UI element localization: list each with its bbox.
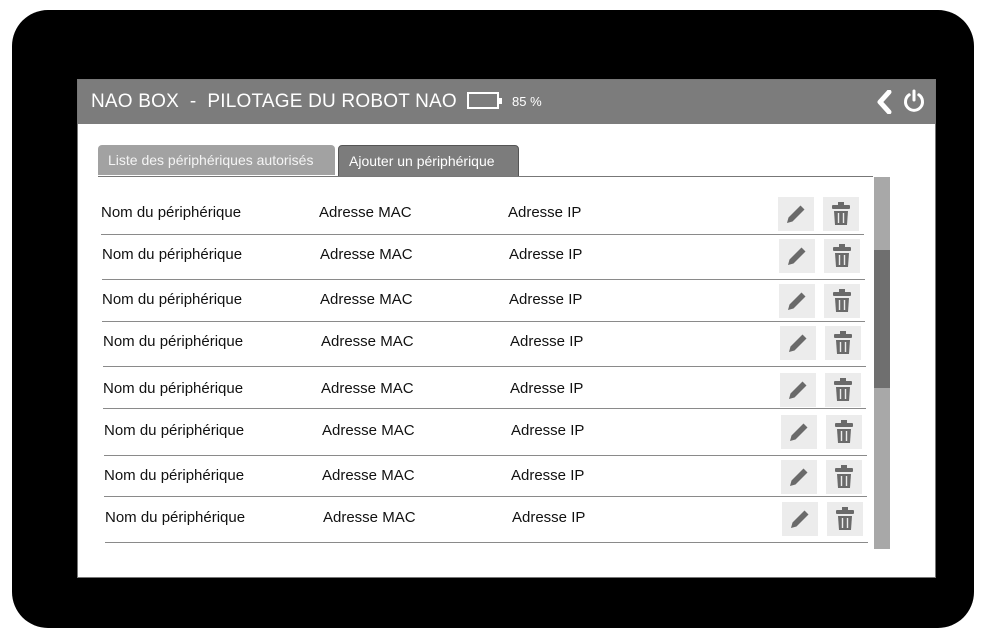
delete-button[interactable] <box>825 373 861 407</box>
delete-button[interactable] <box>823 197 859 231</box>
pencil-icon <box>791 510 809 528</box>
pencil-icon <box>790 468 808 486</box>
device-mac: Adresse MAC <box>322 422 415 439</box>
device-name: Nom du périphérique <box>102 291 243 308</box>
power-icon <box>904 89 924 112</box>
delete-button[interactable] <box>824 284 860 318</box>
delete-button[interactable] <box>824 239 860 273</box>
device-mac: Adresse MAC <box>321 333 414 350</box>
pencil-icon <box>788 292 806 310</box>
trash-icon <box>833 289 851 312</box>
pencil-icon <box>787 205 805 223</box>
trash-icon <box>833 244 851 267</box>
device-name: Nom du périphérique <box>105 509 246 526</box>
trash-icon <box>835 465 853 488</box>
device-ip: Adresse IP <box>509 246 583 263</box>
device-name: Nom du périphérique <box>104 467 245 484</box>
trash-icon <box>836 507 854 530</box>
device-name: Nom du périphérique <box>104 422 245 439</box>
tablet-frame: NAO BOX - PILOTAGE DU ROBOT NAO 85 % Lis… <box>12 10 974 628</box>
battery-icon <box>467 92 502 109</box>
edit-button[interactable] <box>779 284 815 318</box>
device-name: Nom du périphérique <box>103 380 244 397</box>
device-name: Nom du périphérique <box>103 333 244 350</box>
edit-button[interactable] <box>780 373 816 407</box>
header-bar: NAO BOX - PILOTAGE DU ROBOT NAO 85 % <box>78 80 935 124</box>
delete-button[interactable] <box>825 326 861 360</box>
edit-button[interactable] <box>778 197 814 231</box>
tab-add-device[interactable]: Ajouter un périphérique <box>338 145 519 177</box>
device-mac: Adresse MAC <box>319 204 412 221</box>
device-mac: Adresse MAC <box>320 291 413 308</box>
pencil-icon <box>789 381 807 399</box>
app-title: NAO BOX - PILOTAGE DU ROBOT NAO <box>91 91 457 112</box>
delete-button[interactable] <box>827 502 863 536</box>
edit-button[interactable] <box>779 239 815 273</box>
device-ip: Adresse IP <box>509 291 583 308</box>
scrollbar-track[interactable] <box>874 177 890 549</box>
device-ip: Adresse IP <box>510 333 584 350</box>
device-mac: Adresse MAC <box>322 467 415 484</box>
device-mac: Adresse MAC <box>320 246 413 263</box>
device-ip: Adresse IP <box>508 204 582 221</box>
tab-authorized-devices[interactable]: Liste des périphériques autorisés <box>98 145 335 175</box>
pencil-icon <box>789 334 807 352</box>
edit-button[interactable] <box>780 326 816 360</box>
battery-level: 85 % <box>512 94 542 109</box>
chevron-left-icon <box>877 89 892 115</box>
trash-icon <box>834 378 852 401</box>
pencil-icon <box>788 247 806 265</box>
delete-button[interactable] <box>826 460 862 494</box>
device-ip: Adresse IP <box>512 509 586 526</box>
device-name: Nom du périphérique <box>101 204 242 221</box>
trash-icon <box>832 202 850 225</box>
edit-button[interactable] <box>781 415 817 449</box>
power-button[interactable] <box>902 89 926 113</box>
device-ip: Adresse IP <box>511 422 585 439</box>
trash-icon <box>835 420 853 443</box>
device-ip: Adresse IP <box>511 467 585 484</box>
device-list: Nom du périphérique Adresse MAC Adresse … <box>78 177 935 557</box>
back-button[interactable] <box>875 89 895 115</box>
device-mac: Adresse MAC <box>323 509 416 526</box>
delete-button[interactable] <box>826 415 862 449</box>
trash-icon <box>834 331 852 354</box>
device-name: Nom du périphérique <box>102 246 243 263</box>
edit-button[interactable] <box>781 460 817 494</box>
row-divider <box>105 542 868 543</box>
device-ip: Adresse IP <box>510 380 584 397</box>
device-mac: Adresse MAC <box>321 380 414 397</box>
app-screen: NAO BOX - PILOTAGE DU ROBOT NAO 85 % Lis… <box>77 79 936 578</box>
edit-button[interactable] <box>782 502 818 536</box>
pencil-icon <box>790 423 808 441</box>
scrollbar-thumb[interactable] <box>874 250 890 388</box>
